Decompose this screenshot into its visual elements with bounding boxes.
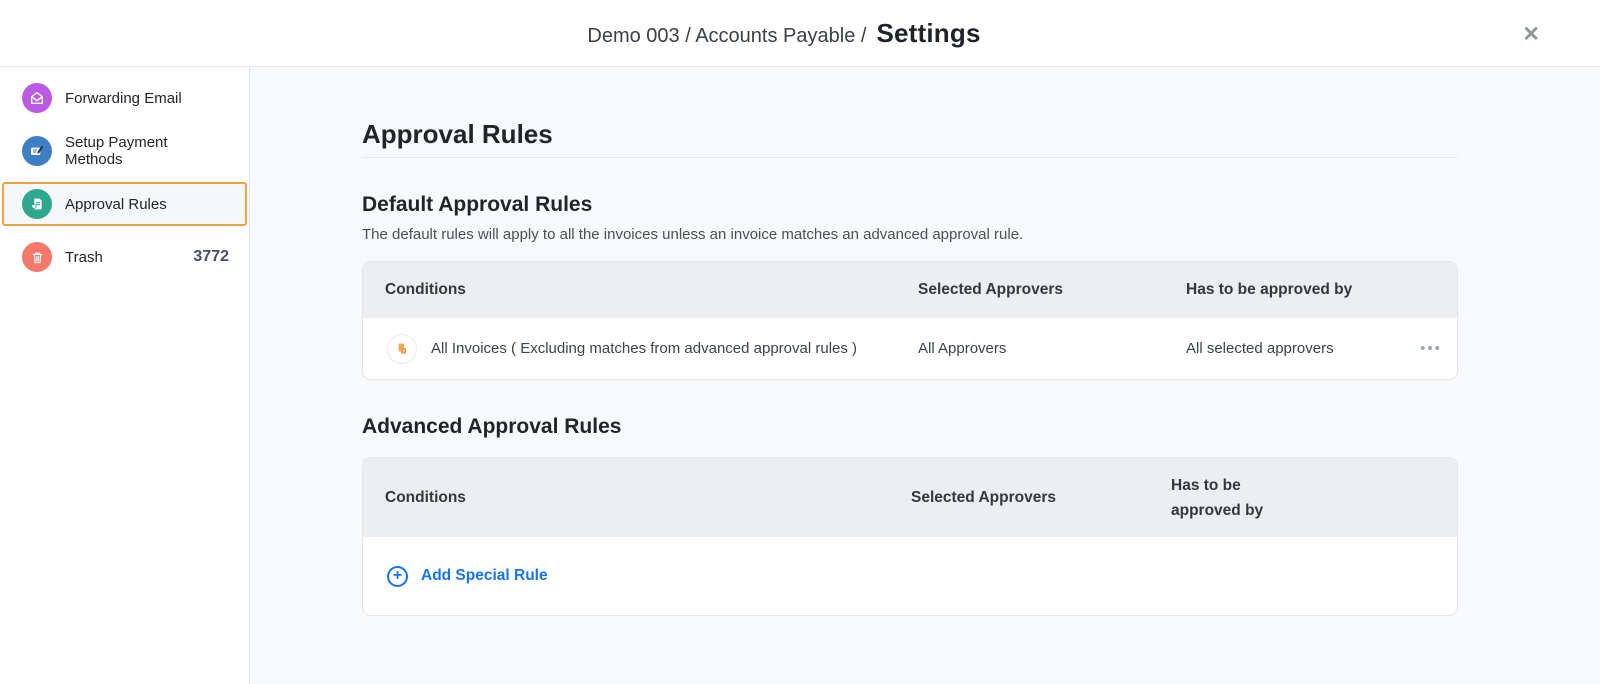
invoice-receipt-icon xyxy=(387,333,417,364)
default-rules-heading: Default Approval Rules xyxy=(362,193,593,216)
approval-document-icon xyxy=(22,189,52,219)
page-title: Settings xyxy=(876,17,981,48)
row-menu-icon[interactable]: ••• xyxy=(1405,340,1457,357)
column-header-selected-approvers: Selected Approvers xyxy=(918,281,1064,298)
breadcrumb-path: Demo 003 / Accounts Payable / xyxy=(587,24,867,47)
default-rules-table: Conditions Selected Approvers Has to be … xyxy=(362,261,1458,380)
column-header-conditions: Conditions xyxy=(385,488,466,506)
payment-note-icon xyxy=(22,136,52,166)
table-row: All Invoices ( Excluding matches from ad… xyxy=(363,318,1457,379)
sidebar-item-label: Forwarding Email xyxy=(65,89,182,107)
trash-icon xyxy=(22,242,52,272)
approved-by-cell: All selected approvers xyxy=(1186,340,1334,357)
trash-count-badge: 3772 xyxy=(193,248,229,265)
sidebar-item-approval-rules[interactable]: Approval Rules xyxy=(2,182,247,226)
column-header-selected-approvers: Selected Approvers xyxy=(911,488,1057,506)
condition-text: All Invoices ( Excluding matches from ad… xyxy=(431,340,858,357)
plus-circle-icon: + xyxy=(387,565,408,587)
modal-header: Demo 003 / Accounts Payable / Settings ✕ xyxy=(0,0,1600,67)
add-special-rule-button[interactable]: + Add Special Rule xyxy=(363,537,1457,615)
default-rules-description: The default rules will apply to all the … xyxy=(362,226,1024,243)
add-special-rule-label: Add Special Rule xyxy=(421,567,548,584)
advanced-rules-heading: Advanced Approval Rules xyxy=(362,415,622,438)
sidebar-item-label: Trash xyxy=(65,248,103,266)
sidebar-item-label: Approval Rules xyxy=(65,195,167,213)
main-content: Approval Rules Default Approval Rules Th… xyxy=(250,67,1600,684)
column-header-conditions: Conditions xyxy=(385,281,466,298)
column-header-approved-by: Has to be approved by xyxy=(1171,476,1264,519)
sidebar-item-label: Setup Payment Methods xyxy=(65,134,168,168)
sidebar-item-trash[interactable]: Trash 3772 xyxy=(2,235,247,279)
breadcrumb: Demo 003 / Accounts Payable / Settings xyxy=(587,18,980,49)
envelope-icon xyxy=(22,83,52,113)
sidebar-item-setup-payment-methods[interactable]: Setup Payment Methods xyxy=(2,129,247,173)
sidebar-item-forwarding-email[interactable]: Forwarding Email xyxy=(2,76,247,120)
content-title: Approval Rules xyxy=(362,119,553,149)
selected-approvers-cell: All Approvers xyxy=(918,340,1007,357)
column-header-approved-by: Has to be approved by xyxy=(1186,281,1353,298)
close-icon[interactable]: ✕ xyxy=(1522,24,1540,45)
table-header-row: Conditions Selected Approvers Has to be … xyxy=(363,262,1457,318)
title-divider xyxy=(362,157,1458,158)
table-header-row: Conditions Selected Approvers Has to be … xyxy=(363,458,1457,537)
advanced-rules-table: Conditions Selected Approvers Has to be … xyxy=(362,457,1458,616)
settings-sidebar: Forwarding Email Setup Payment Methods A… xyxy=(0,67,250,684)
